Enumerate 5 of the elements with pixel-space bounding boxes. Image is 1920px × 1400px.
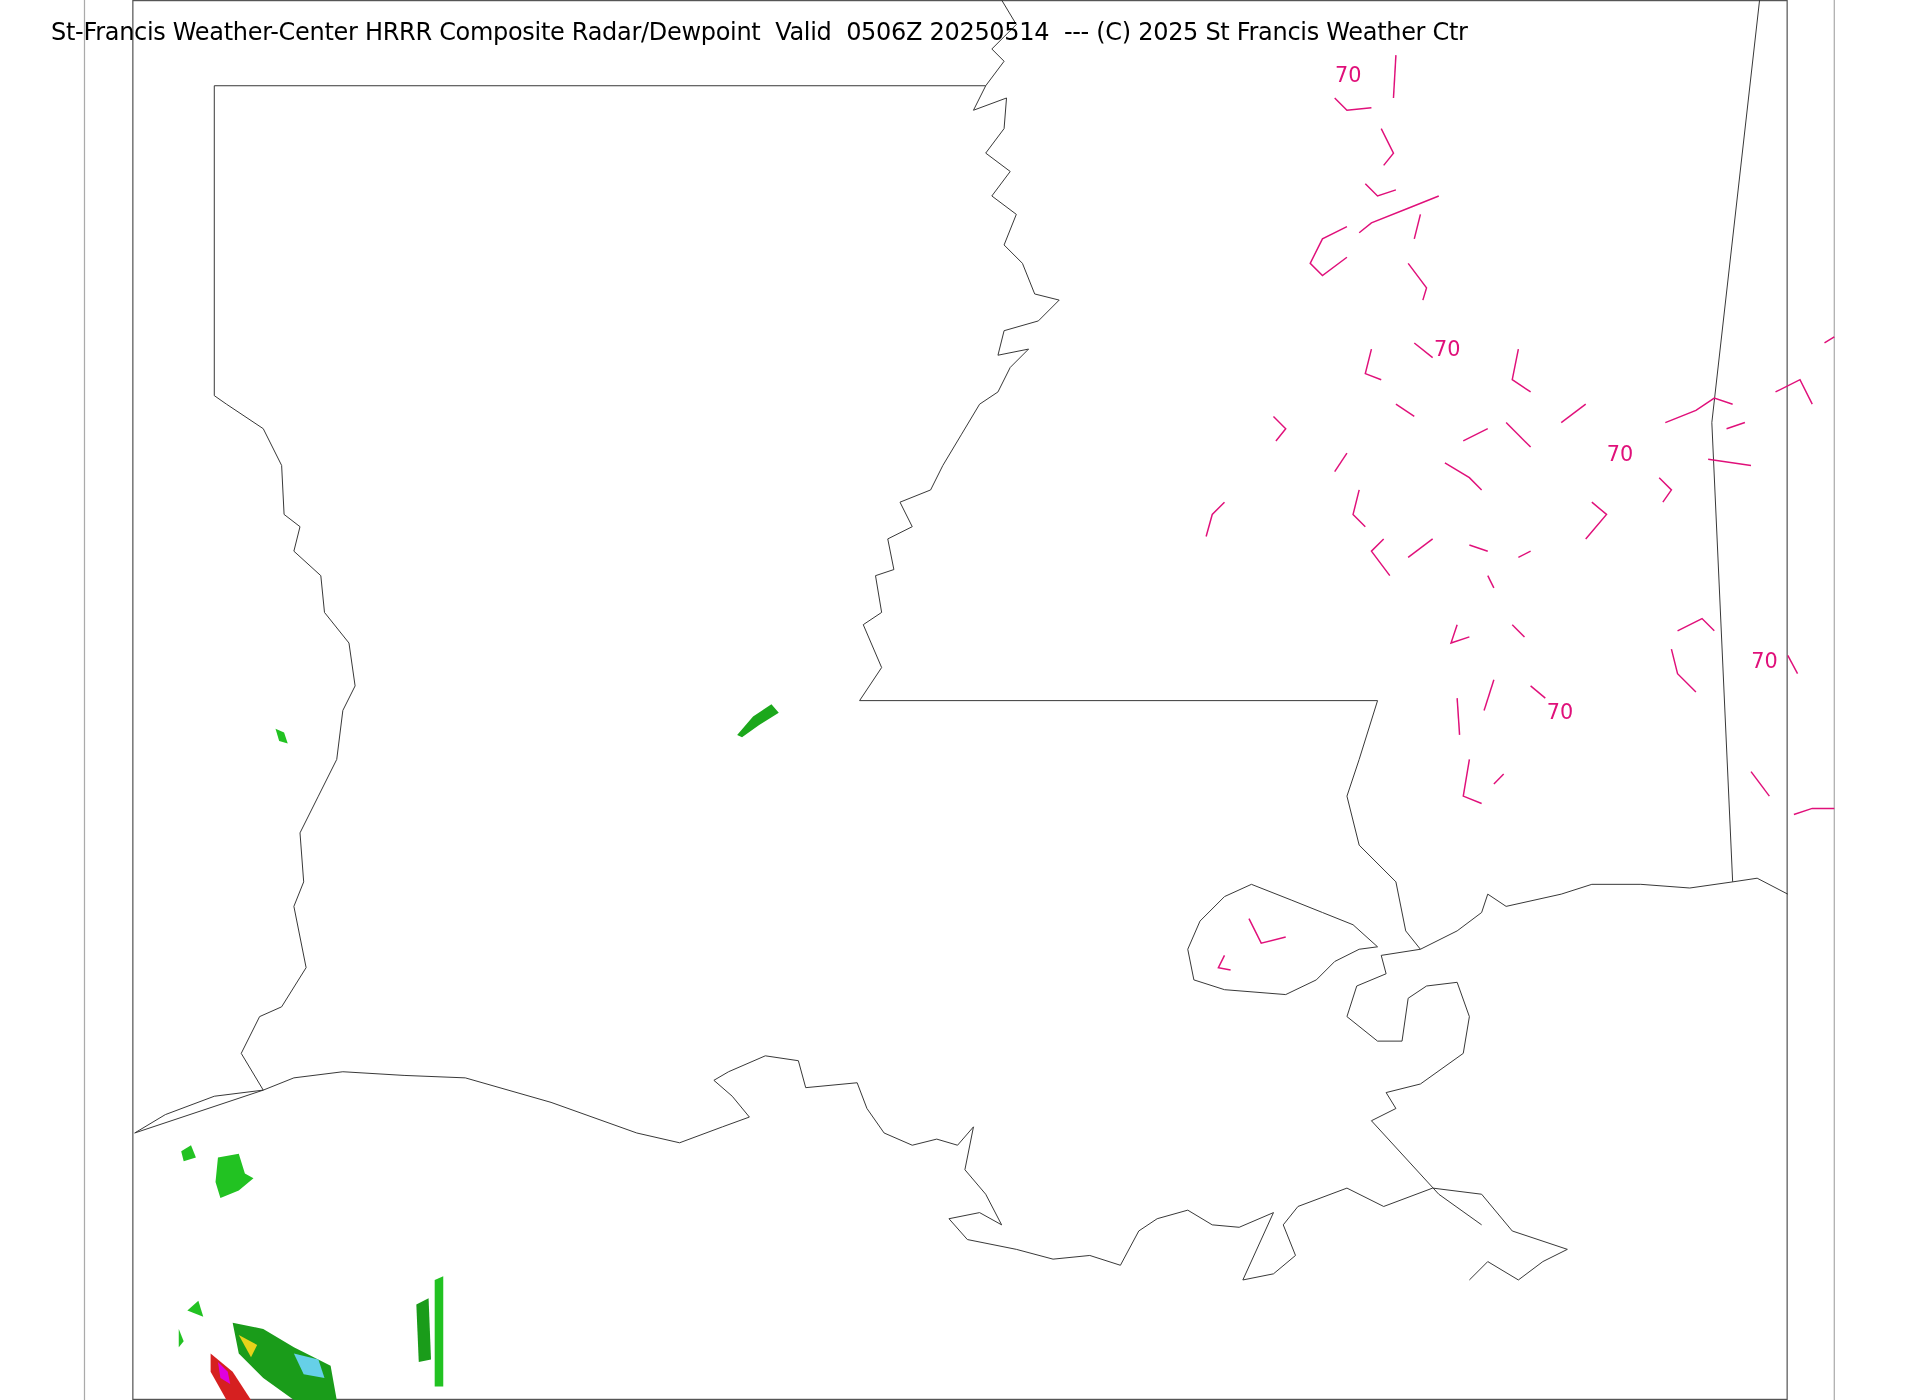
contour-label: 70	[1434, 337, 1461, 362]
contour-label: 70	[1334, 63, 1362, 88]
contour-label: 70	[1606, 441, 1634, 466]
contour-label: 70	[1751, 648, 1778, 673]
contour-label: 70	[1546, 700, 1574, 724]
